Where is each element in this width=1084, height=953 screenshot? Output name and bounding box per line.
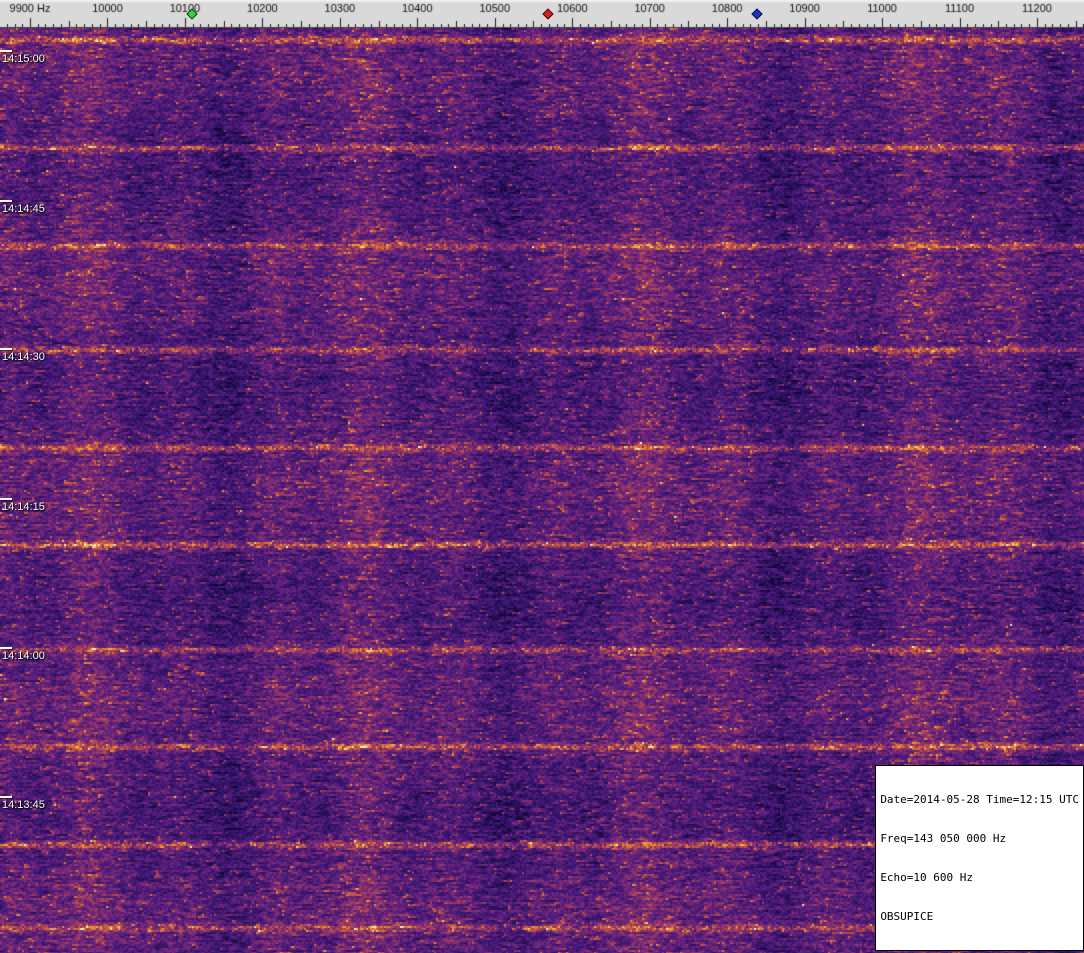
marker-diamond-green[interactable] <box>185 8 198 20</box>
observation-info-box: Date=2014-05-28 Time=12:15 UTC Freq=143 … <box>875 765 1084 951</box>
spectrogram-app: 14:15:00 14:14:45 14:14:30 14:14:15 14:14:00… <box>0 0 1084 953</box>
marker-diamond-blue[interactable] <box>751 8 763 20</box>
info-frequency: Freq=143 050 000 Hz <box>880 832 1007 845</box>
frequency-markers <box>0 0 1084 28</box>
marker-diamond-red[interactable] <box>542 8 554 20</box>
info-echo-frequency: Echo=10 600 Hz <box>880 871 974 884</box>
info-date-time: Date=2014-05-28 Time=12:15 UTC <box>880 793 1079 806</box>
info-station-name: OBSUPICE <box>880 910 934 923</box>
